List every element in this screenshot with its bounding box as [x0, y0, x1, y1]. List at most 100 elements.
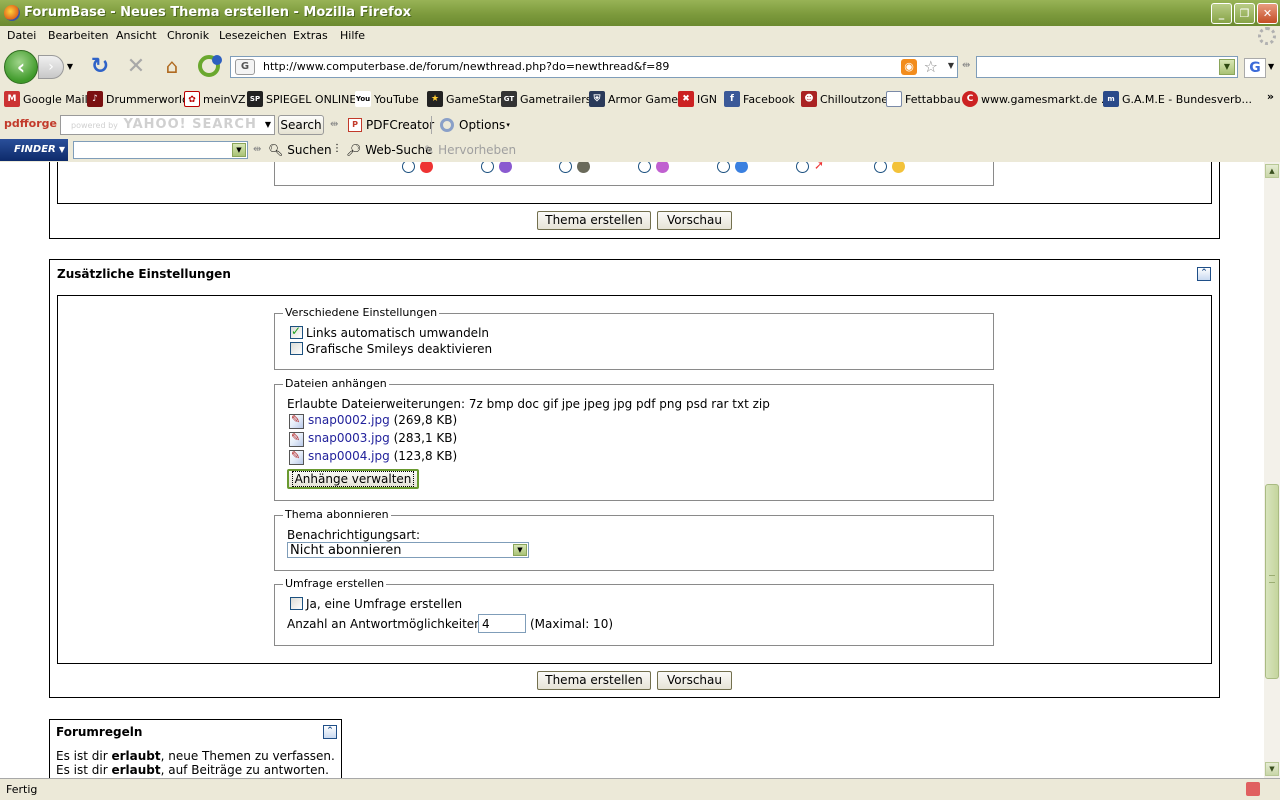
engine-dropdown-icon[interactable]: ▼ — [1268, 62, 1274, 71]
scroll-up-arrow-icon[interactable]: ▲ — [1265, 164, 1279, 178]
status-text: Fertig — [6, 783, 38, 796]
bookmark-gametrailers[interactable]: GT Gametrailers — [501, 91, 591, 107]
bookmark-fettabbau[interactable]: Fettabbau — [886, 91, 961, 107]
attachment-link[interactable]: snap0002.jpg — [308, 413, 390, 427]
image-file-icon — [289, 413, 304, 429]
disable-smileys-label[interactable]: Grafische Smileys deaktivieren — [306, 342, 492, 356]
notify-label: Benachrichtigungsart: — [287, 528, 421, 542]
bookmark-google-mail[interactable]: M Google Mail — [4, 91, 88, 107]
pdfforge-logo[interactable]: pdfforge — [4, 117, 57, 130]
rule-new-threads: Es ist dir erlaubt, neue Themen zu verfa… — [56, 749, 335, 763]
forward-button[interactable]: › — [38, 55, 64, 79]
pdfforge-toolbar: pdfforge powered by YAHOO! SEARCH ▼ Sear… — [0, 112, 1280, 138]
vertical-scrollbar[interactable]: ▲ ▼ — [1264, 162, 1280, 778]
forum-rules-title: Forumregeln — [56, 725, 143, 739]
bookmarks-toolbar: M Google Mail ♪ Drummerworld ✿ meinVZ SP SPI… — [0, 86, 1280, 112]
highlighter-icon: ✎ — [424, 143, 435, 157]
bookmark-ign[interactable]: ✖ IGN — [678, 91, 717, 107]
poll-max-text: (Maximal: 10) — [530, 617, 614, 631]
yahoo-search-button[interactable]: Search — [278, 115, 324, 135]
bookmark-armor-games[interactable]: ⛨ Armor Games — [589, 91, 684, 107]
auto-links-label[interactable]: Links automatisch umwandeln — [306, 326, 489, 340]
firefox-icon — [4, 5, 20, 21]
menu-bearbeiten[interactable]: Bearbeiten — [48, 29, 108, 42]
finder-dropdown-icon[interactable]: ▼ — [232, 143, 246, 157]
scroll-down-arrow-icon[interactable]: ▼ — [1265, 762, 1279, 776]
history-dropdown-icon[interactable]: ▼ — [65, 58, 75, 74]
notify-select[interactable]: Nicht abonnieren ▼ — [287, 542, 529, 558]
image-file-icon — [289, 449, 304, 465]
url-dropdown-icon[interactable]: ▼ — [948, 61, 954, 70]
scrollbar-thumb[interactable] — [1265, 484, 1279, 679]
attachment-size: (283,1 KB) — [393, 431, 458, 445]
search-input[interactable]: ▼ — [976, 56, 1238, 78]
back-button[interactable]: ‹ — [4, 50, 38, 84]
maximize-button[interactable]: ❐ — [1234, 3, 1255, 24]
url-text[interactable]: http://www.computerbase.de/forum/newthre… — [263, 60, 669, 73]
bookmark-gamestar[interactable]: ★ GameStar — [427, 91, 501, 107]
bookmark-star-icon[interactable]: ☆ — [924, 57, 938, 76]
yahoo-dropdown-icon[interactable]: ▼ — [265, 120, 271, 129]
gamestar-icon: ★ — [427, 91, 443, 107]
menu-chronik[interactable]: Chronik — [167, 29, 209, 42]
preview-button-top[interactable]: Vorschau — [657, 211, 732, 230]
options-menu[interactable]: Options ▾ — [440, 118, 510, 132]
create-poll-label[interactable]: Ja, eine Umfrage erstellen — [306, 597, 462, 611]
bookmark-spiegel[interactable]: SP SPIEGEL ONLINE — [247, 91, 356, 107]
collapse-icon[interactable]: ⌃ — [1197, 267, 1211, 281]
collapse-icon[interactable]: ⌃ — [323, 725, 337, 739]
site-identity-icon[interactable]: G — [235, 59, 255, 75]
spiegel-icon: SP — [247, 91, 263, 107]
preview-button-bottom[interactable]: Vorschau — [657, 671, 732, 690]
bookmark-drummerworld[interactable]: ♪ Drummerworld — [87, 91, 189, 107]
activity-throbber-icon — [1258, 27, 1276, 45]
attachment-item: snap0004.jpg (123,8 KB) — [308, 449, 457, 463]
yahoo-search-input[interactable]: powered by YAHOO! SEARCH ▼ — [60, 115, 275, 135]
bookmark-gamesmarkt[interactable]: Cwww.gamesmarkt.de ... — [962, 91, 1111, 107]
menu-hilfe[interactable]: Hilfe — [340, 29, 365, 42]
web-search-button[interactable]: 🔎︎ Web-Suche — [346, 143, 433, 157]
url-bar[interactable]: G http://www.computerbase.de/forum/newth… — [230, 56, 958, 78]
poll-count-input[interactable]: 4 — [478, 614, 526, 633]
bookmark-game-bundesverband[interactable]: m G.A.M.E - Bundesverb... — [1103, 91, 1252, 107]
attachment-link[interactable]: snap0004.jpg — [308, 449, 390, 463]
search-dropdown-icon[interactable]: ▼ — [1219, 59, 1235, 75]
disable-smileys-checkbox[interactable] — [290, 342, 303, 355]
finder-search-button[interactable]: 🔍︎ Suchen — [268, 143, 332, 157]
reload-icon[interactable]: ↻ — [88, 54, 112, 79]
finder-logo[interactable]: FINDER ▼ — [0, 139, 68, 161]
ign-icon: ✖ — [678, 91, 694, 107]
menu-extras[interactable]: Extras — [293, 29, 328, 42]
bookmark-meinvz[interactable]: ✿ meinVZ — [184, 91, 246, 107]
addon-status-icon[interactable] — [1246, 782, 1260, 796]
menu-lesezeichen[interactable]: Lesezeichen — [219, 29, 287, 42]
pdfcreator-button[interactable]: P PDFCreator — [348, 118, 434, 132]
menu-ansicht[interactable]: Ansicht — [116, 29, 157, 42]
create-thread-button-top[interactable]: Thema erstellen — [537, 211, 651, 230]
select-dropdown-icon[interactable]: ▼ — [513, 544, 527, 556]
menu-datei[interactable]: Datei — [7, 29, 36, 42]
bookmark-chilloutzone[interactable]: ☻ Chilloutzone — [801, 91, 888, 107]
bookmarks-overflow-icon[interactable]: » — [1267, 90, 1274, 103]
bookmark-facebook[interactable]: f Facebook — [724, 91, 795, 107]
minimize-button[interactable]: _ — [1211, 3, 1232, 24]
highlight-button[interactable]: ✎ Hervorheben — [424, 143, 516, 157]
home-icon[interactable]: ⌂ — [160, 54, 184, 78]
google-engine-icon[interactable]: G — [1244, 58, 1266, 78]
stop-icon[interactable]: ✕ — [124, 54, 148, 79]
create-poll-checkbox[interactable] — [290, 597, 303, 610]
create-thread-button-bottom[interactable]: Thema erstellen — [537, 671, 651, 690]
toolbar-resize-grip-icon[interactable]: ⇹ — [962, 60, 970, 71]
finder-search-input[interactable]: ▼ — [73, 141, 248, 159]
attachment-link[interactable]: snap0003.jpg — [308, 431, 390, 445]
pdf-icon: P — [348, 118, 362, 132]
navigation-toolbar: ‹ › ▼ ↻ ✕ ⌂ G http://www.computerbase.de… — [0, 46, 1280, 86]
bookmark-youtube[interactable]: You YouTube — [355, 91, 419, 107]
toolbar-resize-grip-icon[interactable]: ⇹ — [330, 119, 338, 130]
toolbar-resize-grip-icon[interactable]: ⇹ — [253, 144, 261, 155]
close-button[interactable]: ✕ — [1257, 3, 1278, 24]
auto-links-checkbox[interactable] — [290, 324, 303, 339]
rss-feed-icon[interactable]: ◉ — [901, 59, 917, 75]
manage-attachments-button[interactable]: Anhänge verwalten — [287, 469, 419, 489]
addon-icon[interactable] — [196, 52, 222, 80]
